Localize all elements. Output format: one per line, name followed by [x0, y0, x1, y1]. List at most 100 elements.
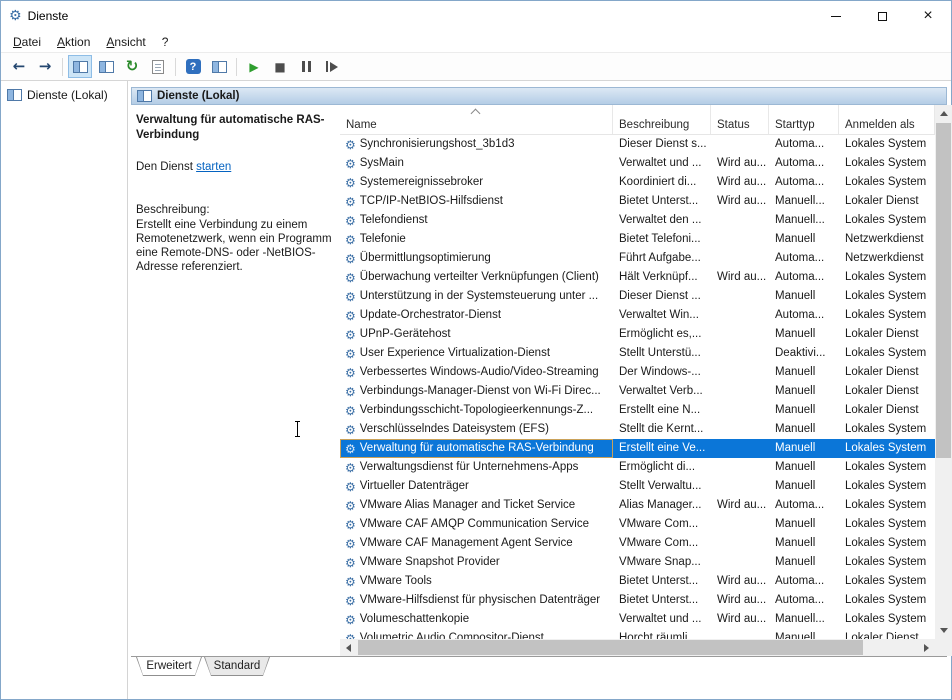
service-logonas: Lokales System	[845, 423, 927, 435]
table-row[interactable]: ⚙ Überwachung verteilter Verknüpfungen (…	[340, 268, 935, 287]
table-row[interactable]: ⚙ Telefonie Bietet Telefoni... Manuell N…	[340, 230, 935, 249]
service-name-cell: ⚙ Volumeschattenkopie	[340, 610, 613, 629]
refresh-button[interactable]: ↻	[120, 55, 144, 78]
service-logonas: Lokales System	[845, 556, 927, 568]
console-node-icon	[7, 89, 22, 101]
restart-service-button[interactable]	[320, 55, 344, 78]
list-view-button[interactable]	[94, 55, 118, 78]
tab-standard-label: Standard	[205, 657, 269, 675]
console-tree-toggle-button[interactable]	[68, 55, 92, 78]
table-row[interactable]: ⚙ Update-Orchestrator-Dienst Verwaltet W…	[340, 306, 935, 325]
vertical-scrollbar-thumb[interactable]	[936, 123, 951, 458]
service-gear-icon: ⚙	[345, 517, 356, 532]
service-gear-icon: ⚙	[345, 593, 356, 608]
table-row[interactable]: ⚙ VMware Tools Bietet Unterst... Wird au…	[340, 572, 935, 591]
table-row[interactable]: ⚙ VMware CAF Management Agent Service VM…	[340, 534, 935, 553]
menu-item-datei[interactable]: Datei	[5, 33, 49, 51]
scroll-right-button[interactable]	[918, 639, 935, 656]
properties-icon	[211, 60, 227, 73]
table-row[interactable]: ⚙ Verbessertes Windows-Audio/Video-Strea…	[340, 363, 935, 382]
results-pane-icon	[137, 90, 152, 102]
table-row[interactable]: ⚙ Übermittlungsoptimierung Führt Aufgabe…	[340, 249, 935, 268]
table-row[interactable]: ⚙ TCP/IP-NetBIOS-Hilfsdienst Bietet Unte…	[340, 192, 935, 211]
scroll-left-button[interactable]	[340, 639, 357, 656]
tab-standard[interactable]: Standard	[204, 657, 270, 676]
table-row[interactable]: ⚙ Verwaltung für automatische RAS-Verbin…	[340, 439, 935, 458]
service-starttype: Manuell...	[775, 632, 825, 639]
service-gear-icon: ⚙	[345, 194, 356, 209]
properties-button[interactable]	[207, 55, 231, 78]
scroll-down-button[interactable]	[935, 622, 952, 639]
menu-item-ansicht[interactable]: Ansicht	[98, 33, 153, 51]
service-starttype: Manuell	[775, 537, 816, 549]
table-row[interactable]: ⚙ User Experience Virtualization-Dienst …	[340, 344, 935, 363]
table-row[interactable]: ⚙ Telefondienst Verwaltet den ... Manuel…	[340, 211, 935, 230]
table-row[interactable]: ⚙ Volumetric Audio Compositor-Dienst Hor…	[340, 629, 935, 639]
service-name-cell: ⚙ Verbindungs-Manager-Dienst von Wi-Fi D…	[340, 382, 613, 401]
service-logonas: Lokales System	[845, 290, 927, 302]
horizontal-scrollbar[interactable]	[340, 639, 935, 656]
tab-erweitert[interactable]: Erweitert	[136, 657, 202, 676]
table-row[interactable]: ⚙ VMware-Hilfsdienst für physischen Date…	[340, 591, 935, 610]
close-button[interactable]: ×	[905, 1, 951, 31]
minimize-button[interactable]	[813, 1, 859, 31]
column-header-starttyp[interactable]: Starttyp	[769, 105, 839, 134]
menu-item-hilfe[interactable]: ?	[154, 33, 177, 51]
table-row[interactable]: ⚙ VMware CAF AMQP Communication Service …	[340, 515, 935, 534]
service-logonas: Lokales System	[845, 176, 927, 188]
tree-item-label: Dienste (Lokal)	[27, 88, 108, 102]
menu-item-aktion[interactable]: Aktion	[49, 33, 98, 51]
table-row[interactable]: ⚙ Virtueller Datenträger Stellt Verwaltu…	[340, 477, 935, 496]
service-list-body: ⚙ Synchronisierungshost_3b1d3 Dieser Die…	[340, 135, 935, 639]
start-service-link[interactable]: starten	[196, 161, 231, 173]
tree-item-dienste-lokal[interactable]: Dienste (Lokal)	[1, 81, 127, 106]
service-name-cell: ⚙ Virtueller Datenträger	[340, 477, 613, 496]
table-row[interactable]: ⚙ Volumeschattenkopie Verwaltet und ... …	[340, 610, 935, 629]
service-gear-icon: ⚙	[345, 289, 356, 304]
service-name: Volumeschattenkopie	[359, 613, 470, 625]
export-list-button[interactable]	[146, 55, 170, 78]
service-gear-icon: ⚙	[345, 213, 356, 228]
table-row[interactable]: ⚙ Verschlüsselndes Dateisystem (EFS) Ste…	[340, 420, 935, 439]
service-description: Horcht räumli...	[619, 632, 697, 639]
table-row[interactable]: ⚙ Verbindungsschicht-Topologieerkennungs…	[340, 401, 935, 420]
table-row[interactable]: ⚙ Systemereignissebroker Koordiniert di.…	[340, 173, 935, 192]
service-name-cell: ⚙ Verwaltungsdienst für Unternehmens-App…	[340, 458, 613, 477]
table-row[interactable]: ⚙ Verbindungs-Manager-Dienst von Wi-Fi D…	[340, 382, 935, 401]
table-row[interactable]: ⚙ Verwaltungsdienst für Unternehmens-App…	[340, 458, 935, 477]
vertical-scrollbar[interactable]	[935, 105, 952, 639]
pause-service-button[interactable]	[294, 55, 318, 78]
forward-button[interactable]: →	[33, 55, 57, 78]
service-name-cell: ⚙ VMware Alias Manager and Ticket Servic…	[340, 496, 613, 515]
help-button[interactable]: ?	[181, 55, 205, 78]
maximize-button[interactable]	[859, 1, 905, 31]
scroll-up-button[interactable]	[935, 105, 952, 122]
service-logonas: Netzwerkdienst	[845, 252, 924, 264]
table-row[interactable]: ⚙ Unterstützung in der Systemsteuerung u…	[340, 287, 935, 306]
table-row[interactable]: ⚙ VMware Alias Manager and Ticket Servic…	[340, 496, 935, 515]
service-description: Verwaltet den ...	[619, 214, 702, 226]
table-row[interactable]: ⚙ SysMain Verwaltet und ... Wird au... A…	[340, 154, 935, 173]
service-status: Wird au...	[717, 271, 767, 283]
extended-info-pane: Verwaltung für automatische RAS-Verbindu…	[131, 105, 340, 659]
service-starttype: Manuell	[775, 233, 816, 245]
column-header-beschreibung[interactable]: Beschreibung	[613, 105, 711, 134]
table-row[interactable]: ⚙ Synchronisierungshost_3b1d3 Dieser Die…	[340, 135, 935, 154]
service-name: UPnP-Gerätehost	[359, 328, 451, 340]
stop-service-button[interactable]: ■	[268, 55, 292, 78]
column-header-status[interactable]: Status	[711, 105, 769, 134]
service-starttype: Manuell	[775, 461, 816, 473]
service-name-cell: ⚙ TCP/IP-NetBIOS-Hilfsdienst	[340, 192, 613, 211]
service-logonas: Lokales System	[845, 214, 927, 226]
column-header-anmelden-als[interactable]: Anmelden als	[839, 105, 935, 134]
service-starttype: Automa...	[775, 594, 825, 606]
horizontal-scrollbar-thumb[interactable]	[358, 640, 863, 655]
table-row[interactable]: ⚙ VMware Snapshot Provider VMware Snap..…	[340, 553, 935, 572]
service-description: Verwaltet Win...	[619, 309, 699, 321]
back-button[interactable]: ←	[7, 55, 31, 78]
start-service-button[interactable]: ▶	[242, 55, 266, 78]
service-status	[711, 363, 769, 382]
service-name: Verwaltung für automatische RAS-Verbindu…	[359, 442, 594, 454]
table-row[interactable]: ⚙ UPnP-Gerätehost Ermöglicht es,... Manu…	[340, 325, 935, 344]
service-logonas: Lokales System	[845, 575, 927, 587]
